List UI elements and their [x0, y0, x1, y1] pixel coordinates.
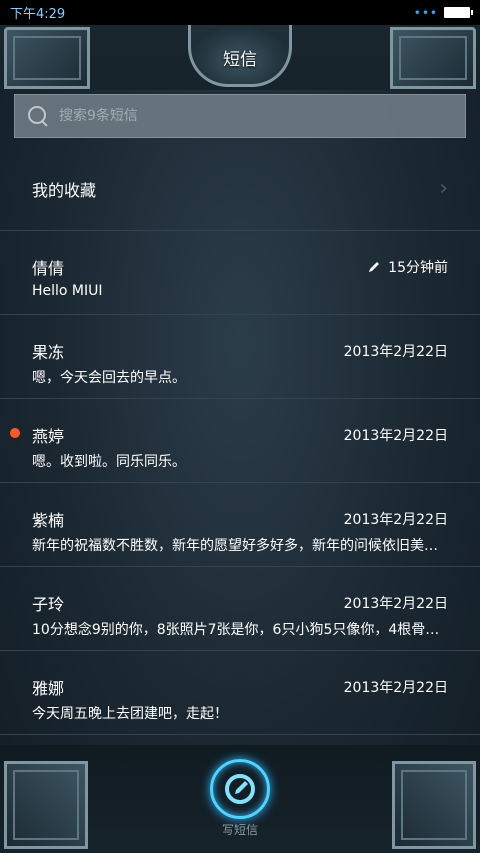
message-date: 15分钟前 — [388, 260, 448, 276]
conversation-row[interactable]: 雅娜 2013年2月22日 今天周五晚上去团建吧，走起！ — [0, 651, 480, 735]
search-bar[interactable] — [14, 94, 466, 138]
favorites-label: 我的收藏 — [32, 180, 97, 200]
conversation-list: 我的收藏 › 倩倩 15分钟前 Hello MIUI 果冻 2013年2月22日… — [0, 147, 480, 735]
message-time: 15分钟前 — [368, 257, 448, 277]
chevron-right-icon: › — [439, 176, 448, 201]
app-header: 短信 — [0, 25, 480, 90]
contact-name: 燕婷 — [32, 427, 65, 446]
conversation-row[interactable]: 紫楠 2013年2月22日 新年的祝福数不胜数，新年的愿望好多好多，新年的问候依… — [0, 483, 480, 567]
message-preview: 嗯。收到啦。同乐同乐。 — [32, 454, 186, 470]
page-title: 短信 — [223, 50, 257, 70]
contact-name: 子玲 — [32, 595, 65, 614]
contact-name: 果冻 — [32, 343, 65, 362]
unread-indicator-icon — [10, 428, 20, 438]
status-time: 下午4:29 — [10, 7, 66, 22]
message-date: 2013年2月22日 — [343, 680, 448, 696]
message-date: 2013年2月22日 — [343, 596, 448, 612]
compose-label: 写短信 — [221, 823, 258, 837]
battery-icon — [444, 7, 473, 18]
conversation-row[interactable]: 果冻 2013年2月22日 嗯，今天会回去的早点。 — [0, 315, 480, 399]
message-preview: 嗯，今天会回去的早点。 — [32, 370, 186, 386]
status-icons: ••• — [413, 5, 473, 20]
contact-name: 紫楠 — [32, 511, 65, 530]
signal-icon: ••• — [413, 5, 438, 20]
conversation-row[interactable]: 倩倩 15分钟前 Hello MIUI — [0, 231, 480, 315]
message-date: 2013年2月22日 — [343, 344, 448, 360]
contact-name: 倩倩 — [32, 259, 65, 278]
message-preview: Hello MIUI — [32, 283, 103, 299]
conversation-row[interactable]: 子玲 2013年2月22日 10分想念9别的你，8张照片7张是你，6只小狗5只像… — [0, 567, 480, 651]
compose-button[interactable] — [210, 759, 270, 819]
bottom-bar: 写短信 — [0, 745, 480, 853]
draft-pencil-icon — [369, 262, 380, 272]
conversation-row[interactable]: 燕婷 2013年2月22日 嗯。收到啦。同乐同乐。 — [0, 399, 480, 483]
search-icon — [27, 105, 49, 127]
message-date: 2013年2月22日 — [343, 428, 448, 444]
contact-name: 雅娜 — [32, 679, 65, 698]
favorites-row[interactable]: 我的收藏 › — [0, 147, 480, 231]
message-preview: 今天周五晚上去团建吧，走起！ — [32, 706, 228, 722]
message-date: 2013年2月22日 — [343, 512, 448, 528]
status-bar: 下午4:29 ••• — [0, 0, 480, 25]
search-input[interactable] — [57, 107, 441, 125]
message-preview: 10分想念9别的你，8张照片7张是你，6只小狗5只像你，4根骨… — [32, 622, 440, 638]
compose-icon — [225, 774, 255, 804]
message-preview: 新年的祝福数不胜数，新年的愿望好多好多，新年的问候依旧美… — [32, 538, 438, 554]
